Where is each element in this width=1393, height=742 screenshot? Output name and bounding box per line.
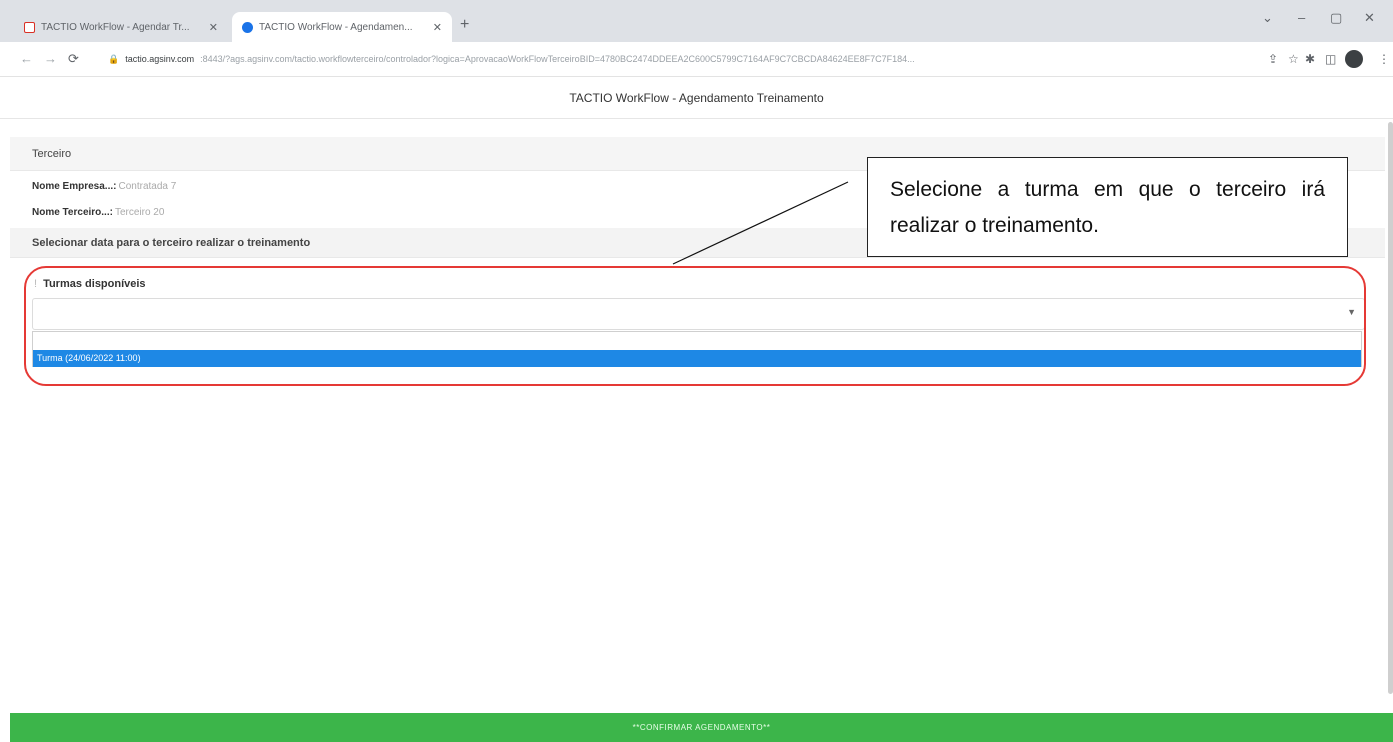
empresa-value: Contratada 7 bbox=[118, 181, 177, 192]
empresa-label: Nome Empresa...: bbox=[32, 181, 117, 192]
terceiro-row: Nome Terceiro...: Terceiro 20 bbox=[32, 207, 164, 218]
chevron-down-icon[interactable]: ▼ bbox=[1347, 307, 1356, 317]
side-panel-icon[interactable]: ◫ bbox=[1325, 52, 1336, 66]
tab-close-icon[interactable]: ✕ bbox=[209, 21, 218, 34]
browser-tab-bar: TACTIO WorkFlow - Agendar Tr... ✕ TACTIO… bbox=[0, 0, 1393, 42]
instruction-callout: Selecione a turma em que o terceiro irá … bbox=[867, 157, 1348, 257]
turma-option[interactable]: Turma (24/06/2022 11:00) bbox=[33, 350, 1361, 367]
url-host: tactio.agsinv.com bbox=[125, 54, 195, 64]
turmas-label: ! Turmas disponíveis bbox=[34, 278, 146, 290]
extensions-icon[interactable]: ✱ bbox=[1305, 52, 1315, 66]
minimize-icon[interactable]: – bbox=[1298, 10, 1305, 25]
new-tab-icon[interactable]: + bbox=[460, 16, 469, 34]
empresa-row: Nome Empresa...: Contratada 7 bbox=[32, 181, 176, 192]
forward-icon[interactable]: → bbox=[44, 51, 57, 66]
browser-tab-agendar[interactable]: TACTIO WorkFlow - Agendar Tr... ✕ bbox=[14, 12, 228, 42]
turmas-dropdown-list: Turma (24/06/2022 11:00) bbox=[32, 331, 1362, 367]
reload-icon[interactable]: ⟳ bbox=[68, 51, 79, 67]
browser-tab-agendamento[interactable]: TACTIO WorkFlow - Agendamen... ✕ bbox=[232, 12, 452, 42]
url-path: :8443/?ags.agsinv.com/tactio.workflowter… bbox=[200, 54, 915, 64]
confirm-scheduling-button[interactable]: **CONFIRMAR AGENDAMENTO** bbox=[10, 713, 1393, 742]
terceiro-value: Terceiro 20 bbox=[114, 207, 165, 218]
page-title: TACTIO WorkFlow - Agendamento Treinament… bbox=[0, 78, 1393, 119]
close-window-icon[interactable]: ✕ bbox=[1364, 10, 1375, 26]
profile-avatar[interactable] bbox=[1345, 50, 1363, 68]
tab-title: TACTIO WorkFlow - Agendar Tr... bbox=[41, 21, 190, 33]
page-scrollbar[interactable] bbox=[1388, 122, 1393, 694]
turmas-select[interactable]: ▼ bbox=[32, 298, 1365, 330]
share-icon[interactable]: ⇪ bbox=[1268, 52, 1278, 66]
lock-icon[interactable]: 🔒 bbox=[108, 54, 119, 65]
bookmark-star-icon[interactable]: ☆ bbox=[1288, 52, 1299, 66]
turmas-label-text: Turmas disponíveis bbox=[43, 278, 146, 290]
site-favicon-icon bbox=[242, 21, 253, 33]
tab-search-chevron-icon[interactable]: ⌄ bbox=[1262, 10, 1273, 26]
tab-close-icon[interactable]: ✕ bbox=[433, 21, 442, 34]
tab-title: TACTIO WorkFlow - Agendamen... bbox=[259, 21, 413, 33]
kebab-menu-icon[interactable]: ⋮ bbox=[1378, 52, 1390, 66]
terceiro-label: Nome Terceiro...: bbox=[32, 207, 113, 218]
browser-toolbar: ← → ⟳ 🔒 tactio.agsinv.com :8443/?ags.agsi… bbox=[0, 42, 1393, 77]
required-marker: ! bbox=[34, 278, 38, 290]
maximize-icon[interactable]: ▢ bbox=[1330, 10, 1342, 26]
back-icon[interactable]: ← bbox=[20, 51, 33, 66]
address-bar[interactable]: 🔒 tactio.agsinv.com :8443/?ags.agsinv.com… bbox=[108, 48, 1258, 70]
gmail-favicon-icon bbox=[24, 21, 35, 33]
